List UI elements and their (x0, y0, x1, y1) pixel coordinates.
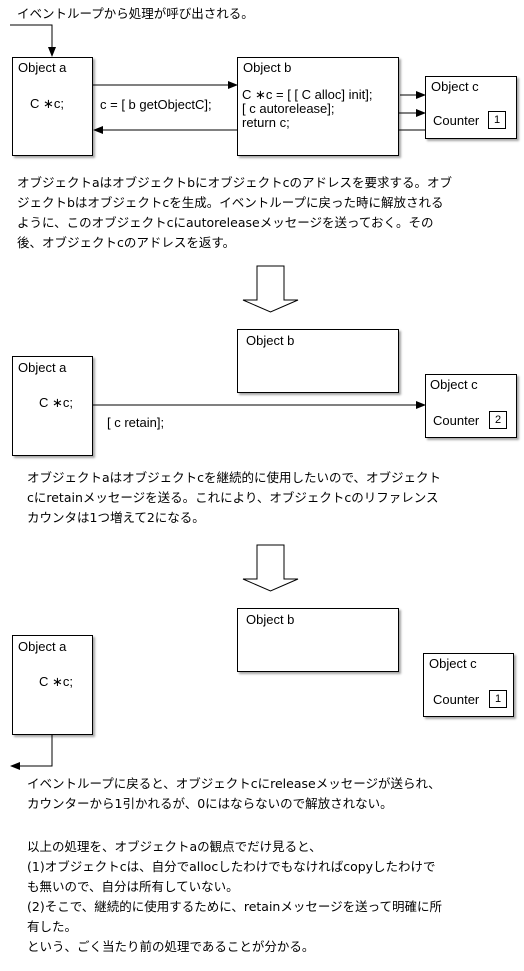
exit-arrow (10, 735, 53, 770)
summary-line: も無いので、自分は所有していない。 (27, 879, 239, 894)
object-c-box: Object c Counter 1 (423, 653, 514, 717)
object-a-title: Object a (18, 639, 67, 654)
object-b-code-line: [ c autorelease]; (242, 101, 335, 116)
summary-line: (1)オブジェクトcは、自分でallocしたわけでもなければcopyしたわけで (27, 859, 436, 874)
paragraph-line: ジェクトbはオブジェクトcを生成。イベントループに戻った時に解放される (17, 195, 444, 210)
retain-label: [ c retain]; (107, 415, 165, 430)
paragraph-line: cにretainメッセージを送る。これにより、オブジェクトcのリファレンス (27, 490, 439, 505)
paragraph-line: ように、このオブジェクトcにautoreleaseメッセージを送っておく。その (17, 215, 434, 230)
object-a-title: Object a (18, 360, 67, 375)
call-label: c = [ b getObjectC]; (100, 97, 212, 112)
object-c-box: Object c Counter 1 (425, 76, 517, 139)
object-c-title: Object c (431, 79, 479, 94)
intro-text: イベントループから処理が呼び出される。 (17, 6, 254, 21)
paragraph-line: オブジェクトaはオブジェクトcを継続的に使用したいので、オブジェクト (27, 470, 442, 485)
paragraph-line: イベントループに戻ると、オブジェクトcにreleaseメッセージが送られ、 (27, 776, 441, 791)
counter-value: 2 (489, 411, 507, 429)
down-arrow-icon (242, 265, 299, 313)
counter-value: 1 (489, 690, 507, 708)
object-a-title: Object a (18, 60, 67, 75)
object-c-box: Object c Counter 2 (425, 374, 517, 438)
summary-line: 有した。 (27, 919, 78, 934)
object-a-box: Object a C ∗c; (12, 635, 93, 735)
object-b-code-line: return c; (242, 115, 290, 130)
object-a-box: Object a C ∗c; (12, 356, 93, 456)
object-a-decl: C ∗c; (39, 674, 74, 689)
object-b-code-line: C ∗c = [ [ C alloc] init]; (242, 87, 373, 102)
entry-arrow (10, 24, 56, 57)
object-b-box: Object b (237, 608, 399, 672)
counter-label: Counter (433, 692, 480, 707)
summary-line: 以上の処理を、オブジェクトaの観点でだけ見ると、 (27, 839, 322, 854)
object-b-title: Object b (246, 612, 295, 627)
object-a-decl: C ∗c; (39, 395, 74, 410)
counter-value: 1 (488, 111, 506, 129)
object-b-title: Object b (246, 333, 295, 348)
object-c-title: Object c (430, 377, 478, 392)
paragraph-line: 後、オブジェクトcのアドレスを返す。 (17, 235, 236, 250)
counter-label: Counter (433, 413, 480, 428)
paragraph-line: オブジェクトaはオブジェクトbにオブジェクトcのアドレスを要求する。オブ (17, 175, 452, 190)
object-b-box: Object b C ∗c = [ [ C alloc] init]; [ c … (237, 57, 399, 156)
object-a-box: Object a C ∗c; (12, 57, 93, 156)
summary-line: という、ごく当たり前の処理であることが分かる。 (27, 939, 315, 954)
object-a-decl: C ∗c; (30, 96, 65, 111)
paragraph-line: カウンターから1引かれるが、0にはならないので解放されない。 (27, 796, 393, 811)
object-c-title: Object c (429, 656, 477, 671)
object-b-box: Object b (237, 329, 399, 393)
object-b-title: Object b (243, 60, 292, 75)
summary-line: (2)そこで、継続的に使用するために、retainメッセージを送って明確に所 (27, 899, 442, 914)
counter-label: Counter (433, 113, 480, 128)
paragraph-line: カウンタは1つ増えて2になる。 (27, 510, 205, 525)
down-arrow-icon (242, 544, 299, 592)
